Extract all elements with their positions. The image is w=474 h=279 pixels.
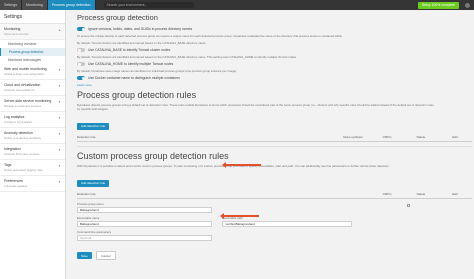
column-header: Move up/down — [343, 134, 363, 139]
add-custom-rule-button[interactable]: Add detection rule — [77, 179, 110, 187]
sidebar-section-sub: Define your alerting sensitivity — [4, 136, 42, 140]
sidebar-section-preferences[interactable]: Preferences Automatic updates ▼ — [0, 176, 65, 192]
column-header: Off/On — [382, 191, 392, 196]
toggle-switch[interactable] — [77, 27, 85, 31]
custom-rule-form: Process group name Babagnehand Executabl… — [77, 202, 472, 265]
sidebar-section-label: Anomaly detection — [4, 131, 33, 135]
sidebar-section-sub: Configure log analytics — [4, 120, 33, 124]
exec-name-input[interactable]: Babagnehand — [77, 220, 212, 227]
search-input[interactable]: Search your environment... — [103, 2, 194, 8]
breadcrumb-monitoring[interactable]: Monitoring — [22, 0, 48, 10]
sidebar-section-sub: Integrate third-party services — [4, 152, 40, 156]
chevron-down-icon: ▼ — [58, 84, 61, 88]
toggle-label: Ignore versions, builds, dates, and GUID… — [88, 27, 193, 31]
rule-enabled-checkbox[interactable] — [407, 203, 410, 207]
toggle-switch[interactable] — [77, 48, 85, 53]
sidebar-section-label: Monitoring — [4, 27, 21, 31]
sidebar-title: Settings — [0, 10, 65, 24]
page-title: Process group detection — [77, 13, 158, 22]
annotation-arrow — [222, 161, 261, 168]
toggle-switch[interactable] — [77, 62, 85, 67]
main-content: Process group detection Ignore versions,… — [67, 10, 474, 279]
sidebar-section-server-side[interactable]: Server-side service monitoring Manage & … — [0, 96, 65, 112]
toggle-row-catalina-home: Use CATALINA_HOME to identify multiple T… — [77, 62, 468, 67]
custom-rules-table-header: Detection rule Off/On Delete Edit — [77, 191, 472, 199]
sidebar-section-sub: Setup and overview — [4, 32, 29, 36]
pg-name-input[interactable]: Babagnehand — [77, 206, 212, 213]
toggle-row-docker: Use Docker container name to distinguish… — [77, 76, 468, 81]
toggle-label: Use CATALINA_HOME to identify multiple T… — [88, 62, 174, 67]
chevron-up-icon: ▲ — [58, 28, 61, 32]
sidebar-section-cloud[interactable]: Cloud and virtualization Integrate cloud… — [0, 80, 65, 96]
rules-table-header: Detection rule Move up/down Off/On Delet… — [77, 134, 472, 142]
chevron-down-icon: ▼ — [58, 68, 61, 72]
cmd-params-label: Command line parameters — [77, 229, 112, 234]
sidebar-item-monitored-technologies[interactable]: Monitored technologies — [0, 56, 65, 64]
chevron-down-icon: ▼ — [58, 116, 61, 120]
description-text: By default, Tomcat clusters are identifi… — [77, 55, 297, 60]
user-icon[interactable] — [465, 2, 470, 8]
sidebar-section-web-mobile[interactable]: Web and mobile monitoring Global setting… — [0, 64, 65, 80]
sidebar-section-label: Web and mobile monitoring — [4, 67, 47, 71]
breadcrumb-current: Process group detection — [47, 0, 96, 10]
column-header: Off/On — [382, 134, 392, 139]
description-text: By default, Tomcat clusters are identifi… — [77, 41, 207, 46]
sidebar-section-label: Integration — [4, 147, 21, 151]
column-header: Detection rule — [77, 191, 96, 196]
sidebar-section-label: Cloud and virtualization — [4, 83, 41, 87]
setup-status-badge[interactable]: Setup 100% complete — [417, 1, 459, 9]
rules-description: Dynatrace detects process groups using a… — [77, 103, 434, 112]
sidebar-section-label: Tags — [4, 163, 12, 167]
rules-section-title: Process group detection rules — [77, 90, 197, 101]
chevron-down-icon: ▼ — [58, 132, 61, 136]
sidebar-section-integration[interactable]: Integration Integrate third-party servic… — [0, 144, 65, 160]
chevron-down-icon: ▼ — [58, 100, 61, 104]
add-detection-rule-button[interactable]: Add detection rule — [77, 122, 110, 130]
pg-name-label: Process group name — [77, 201, 104, 206]
toggle-row-ignore-versions: Ignore versions, builds, dates, and GUID… — [77, 27, 468, 31]
custom-rules-section-title: Custom process group detection rules — [77, 150, 229, 161]
column-header: Detection rule — [77, 134, 96, 139]
sidebar-section-sub: Integrate cloud platforms — [4, 88, 35, 92]
chevron-down-icon: ▼ — [58, 148, 61, 152]
sidebar-section-sub: Define automated tagging rules — [4, 168, 43, 172]
sidebar-section-monitoring[interactable]: Monitoring Setup and overview ▲ — [0, 24, 65, 40]
column-header: Delete — [416, 191, 426, 196]
breadcrumb-settings[interactable]: Settings — [0, 0, 22, 10]
sidebar-section-anomaly[interactable]: Anomaly detection Define your alerting s… — [0, 128, 65, 144]
sidebar-section-label: Server-side service monitoring — [4, 99, 52, 103]
sidebar-section-label: Log analytics — [4, 115, 25, 119]
save-button[interactable]: Save — [77, 252, 92, 259]
chevron-down-icon: ▼ — [58, 164, 61, 168]
sidebar-section-sub: Manage & customize services — [4, 104, 42, 108]
settings-sidebar: Settings Monitoring Setup and overview ▲… — [0, 10, 66, 279]
toggle-row-catalina-base: Use CATALINA_BASE to identify Tomcat clu… — [77, 48, 468, 53]
column-header: Edit — [452, 191, 458, 196]
description-text: To ensure the unique identity of each de… — [77, 34, 343, 38]
toggle-label: Use CATALINA_BASE to identify Tomcat clu… — [88, 48, 171, 53]
exec-path-input[interactable]: /usr/bin/BabagneHand — [222, 220, 352, 227]
description-text: By default, Dynatrace uses image names a… — [77, 69, 238, 74]
toggle-switch[interactable] — [77, 76, 85, 81]
learn-more-link[interactable]: Learn more — [77, 83, 437, 87]
sidebar-section-sub: Global settings and configuration — [4, 72, 45, 76]
sidebar-section-log-analytics[interactable]: Log analytics Configure log analytics ▼ — [0, 112, 65, 128]
cancel-button[interactable]: Cancel — [96, 251, 116, 260]
toggle-label: Use Docker container name to distinguish… — [88, 76, 180, 81]
sidebar-section-label: Preferences — [4, 179, 23, 183]
divider — [77, 145, 472, 147]
column-header: Edit — [452, 134, 458, 139]
annotation-arrow — [220, 212, 259, 219]
exec-name-label: Executable name — [77, 215, 100, 220]
top-bar: Settings Monitoring Process group detect… — [0, 0, 474, 10]
sidebar-section-sub: Automatic updates — [4, 184, 28, 188]
sidebar-item-monitoring-overview[interactable]: Monitoring overview — [0, 40, 65, 48]
cmd-params-select[interactable]: Optional — [77, 234, 212, 241]
sidebar-section-tags[interactable]: Tags Define automated tagging rules ▼ — [0, 160, 65, 176]
chevron-down-icon: ▼ — [58, 180, 61, 184]
column-header: Delete — [416, 134, 426, 139]
sidebar-item-process-group-detection[interactable]: Process group detection — [0, 48, 65, 56]
